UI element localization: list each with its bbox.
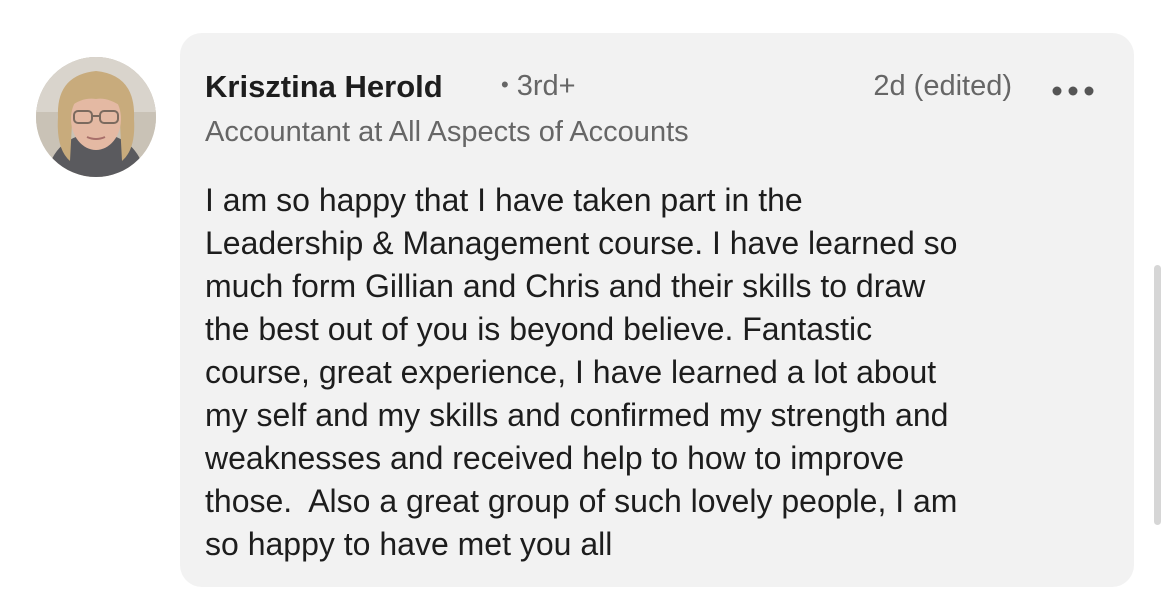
author-avatar[interactable]	[36, 57, 156, 177]
author-headline: Accountant at All Aspects of Accounts	[205, 116, 689, 148]
comment-text-line: so happy to have met you all	[205, 526, 613, 562]
comment-header: Krisztina Herold • 3rd+ 2d (edited)	[205, 69, 1098, 109]
comment-item: Krisztina Herold • 3rd+ 2d (edited) Accou…	[0, 0, 1170, 595]
connection-degree: • 3rd+	[501, 70, 576, 103]
scrollbar-thumb[interactable]	[1154, 265, 1161, 525]
comment-text-line: my self and my skills and confirmed my s…	[205, 397, 949, 433]
author-name[interactable]: Krisztina Herold	[205, 69, 443, 105]
separator-dot: •	[501, 72, 509, 97]
connection-degree-label: 3rd+	[516, 70, 576, 102]
comment-text: I am so happy that I have taken part in …	[205, 179, 1125, 566]
more-horizontal-icon	[1052, 86, 1094, 96]
comment-text-line: much form Gillian and Chris and their sk…	[205, 268, 926, 304]
comment-text-line: course, great experience, I have learned…	[205, 354, 937, 390]
comment-text-line: weaknesses and received help to how to i…	[205, 440, 905, 476]
profile-photo-icon	[36, 57, 156, 177]
comment-text-line: those. Also a great group of such lovely…	[205, 483, 958, 519]
comment-text-line: Leadership & Management course. I have l…	[205, 225, 958, 261]
comment-bubble: Krisztina Herold • 3rd+ 2d (edited) Accou…	[180, 33, 1134, 587]
comment-text-line: I am so happy that I have taken part in …	[205, 182, 803, 218]
more-options-button[interactable]	[1048, 71, 1098, 111]
comment-timestamp: 2d (edited)	[873, 70, 1012, 102]
comment-text-line: the best out of you is beyond believe. F…	[205, 311, 873, 347]
